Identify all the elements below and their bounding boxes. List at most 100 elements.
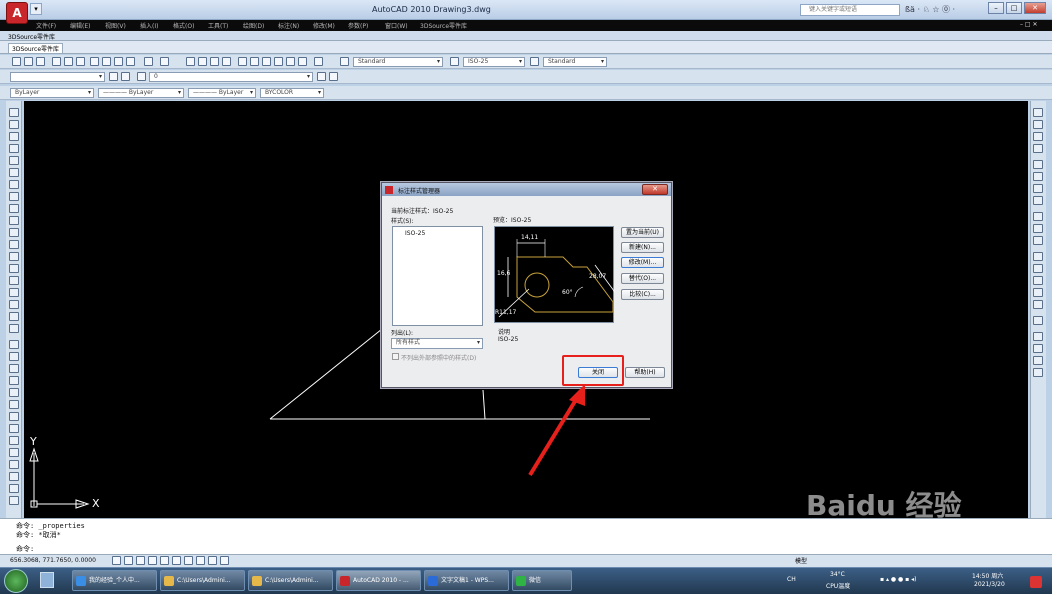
dim-edit-icon[interactable] bbox=[1033, 300, 1043, 309]
quickcalc-icon[interactable] bbox=[298, 57, 307, 66]
clock-date[interactable]: 2021/3/20 bbox=[974, 581, 1005, 588]
show-desktop-icon[interactable] bbox=[40, 572, 54, 588]
match-properties-icon[interactable] bbox=[126, 57, 135, 66]
ellipse-icon[interactable] bbox=[9, 216, 19, 225]
quick-access-dropdown-icon[interactable]: ▾ bbox=[30, 3, 42, 15]
text-style-select[interactable]: Standard bbox=[353, 57, 443, 67]
help-dialog-button[interactable]: 帮助(H) bbox=[625, 367, 665, 378]
input-language[interactable]: CH bbox=[787, 576, 796, 583]
menu-tools[interactable]: 工具(T) bbox=[208, 21, 228, 30]
dialog-close-icon[interactable]: ✕ bbox=[642, 184, 668, 195]
list-filter-select[interactable]: 所有样式 bbox=[391, 338, 483, 349]
design-center-icon[interactable] bbox=[250, 57, 259, 66]
spline-icon[interactable] bbox=[9, 204, 19, 213]
clock-time[interactable]: 14:50 周六 bbox=[972, 571, 1003, 580]
rectangle-icon[interactable] bbox=[9, 156, 19, 165]
continue-dim-icon[interactable] bbox=[1033, 236, 1043, 245]
center-mark-icon[interactable] bbox=[1033, 264, 1043, 273]
copy-icon[interactable] bbox=[102, 57, 111, 66]
cut-icon[interactable] bbox=[90, 57, 99, 66]
ellipse-arc-icon[interactable] bbox=[9, 228, 19, 237]
linetype-select[interactable]: ———— ByLayer bbox=[98, 88, 184, 98]
angular-dim-icon[interactable] bbox=[1033, 196, 1043, 205]
model-space-label[interactable]: 模型 bbox=[795, 556, 807, 565]
tool-palettes-icon[interactable] bbox=[262, 57, 271, 66]
construction-line-icon[interactable] bbox=[9, 120, 19, 129]
lineweight-toggle-icon[interactable] bbox=[220, 556, 229, 565]
preview-icon[interactable] bbox=[64, 57, 73, 66]
menu-view[interactable]: 视图(V) bbox=[105, 21, 126, 30]
layer-state-icon[interactable] bbox=[121, 72, 130, 81]
dim-space-icon[interactable] bbox=[1033, 252, 1043, 261]
redo-icon[interactable] bbox=[160, 57, 169, 66]
grid-icon[interactable] bbox=[136, 556, 145, 565]
stretch-icon[interactable] bbox=[9, 436, 19, 445]
menu-parametric[interactable]: 参数(P) bbox=[348, 21, 368, 30]
ordinate-dim-icon[interactable] bbox=[1033, 144, 1043, 153]
ortho-icon[interactable] bbox=[148, 556, 157, 565]
layer-select[interactable]: 0 bbox=[149, 72, 313, 82]
sheet-set-icon[interactable] bbox=[274, 57, 283, 66]
layer-manager-icon[interactable] bbox=[109, 72, 118, 81]
scale-icon[interactable] bbox=[9, 424, 19, 433]
array-icon[interactable] bbox=[9, 388, 19, 397]
tray-icons[interactable]: ▪ ▴ ● ● ▪ ◂) bbox=[880, 576, 917, 583]
menu-modify[interactable]: 修改(M) bbox=[313, 21, 335, 30]
diameter-dim-icon[interactable] bbox=[1033, 184, 1043, 193]
gradient-icon[interactable] bbox=[9, 288, 19, 297]
chamfer-icon[interactable] bbox=[9, 496, 19, 505]
mtext-icon[interactable] bbox=[9, 324, 19, 333]
dyn-icon[interactable] bbox=[208, 556, 217, 565]
polar-icon[interactable] bbox=[160, 556, 169, 565]
plotstyle-select[interactable]: BYCOLOR bbox=[260, 88, 324, 98]
tab-3dsource[interactable]: 3DSource零件库 bbox=[8, 32, 55, 41]
otrack-icon[interactable] bbox=[184, 556, 193, 565]
zoom-previous-icon[interactable] bbox=[222, 57, 231, 66]
offset-icon[interactable] bbox=[9, 376, 19, 385]
join-icon[interactable] bbox=[9, 484, 19, 493]
arc-icon[interactable] bbox=[9, 168, 19, 177]
taskbar-item-explorer-2[interactable]: C:\Users\Admini... bbox=[248, 570, 333, 591]
point-icon[interactable] bbox=[9, 264, 19, 273]
erase-icon[interactable] bbox=[9, 340, 19, 349]
osnap-icon[interactable] bbox=[172, 556, 181, 565]
plot-icon[interactable] bbox=[52, 57, 61, 66]
revcloud-icon[interactable] bbox=[9, 192, 19, 201]
layer-iso-icon[interactable] bbox=[329, 72, 338, 81]
start-button[interactable] bbox=[4, 569, 28, 593]
help-icon[interactable] bbox=[314, 57, 323, 66]
make-block-icon[interactable] bbox=[9, 252, 19, 261]
taskbar-item-wechat[interactable]: 微信 bbox=[512, 570, 572, 591]
save-icon[interactable] bbox=[36, 57, 45, 66]
style-list-item[interactable]: ISO-25 bbox=[405, 230, 425, 237]
help-search-input[interactable]: 键入关键字或短语 bbox=[800, 4, 900, 16]
menu-edit[interactable]: 编辑(E) bbox=[70, 21, 90, 30]
rotate-icon[interactable] bbox=[9, 412, 19, 421]
copy-object-icon[interactable] bbox=[9, 352, 19, 361]
infer-constraints-icon[interactable] bbox=[112, 556, 121, 565]
polygon-icon[interactable] bbox=[9, 144, 19, 153]
taskbar-item-browser[interactable]: 我的经验_个人中... bbox=[72, 570, 157, 591]
ducs-icon[interactable] bbox=[196, 556, 205, 565]
move-icon[interactable] bbox=[9, 400, 19, 409]
zoom-window-icon[interactable] bbox=[210, 57, 219, 66]
insert-block-icon[interactable] bbox=[9, 240, 19, 249]
taskbar-item-explorer-1[interactable]: C:\Users\Admini... bbox=[160, 570, 245, 591]
new-style-button[interactable]: 新建(N)... bbox=[621, 242, 664, 253]
make-current-icon[interactable] bbox=[317, 72, 326, 81]
hatch-icon[interactable] bbox=[9, 276, 19, 285]
tolerance-icon[interactable] bbox=[1033, 276, 1043, 285]
linear-dim-icon[interactable] bbox=[1033, 108, 1043, 117]
menu-file[interactable]: 文件(F) bbox=[36, 21, 56, 30]
undo-icon[interactable] bbox=[144, 57, 153, 66]
taskbar-item-wps[interactable]: 文字文稿1 - WPS... bbox=[424, 570, 509, 591]
workspace-select[interactable] bbox=[10, 72, 105, 82]
table-icon[interactable] bbox=[9, 312, 19, 321]
trim-icon[interactable] bbox=[9, 448, 19, 457]
color-select[interactable]: ByLayer bbox=[10, 88, 94, 98]
table-style-select[interactable]: Standard bbox=[543, 57, 607, 67]
markup-icon[interactable] bbox=[286, 57, 295, 66]
inspection-icon[interactable] bbox=[1033, 288, 1043, 297]
polyline-icon[interactable] bbox=[9, 132, 19, 141]
dim-reassociate-icon[interactable] bbox=[1033, 368, 1043, 377]
